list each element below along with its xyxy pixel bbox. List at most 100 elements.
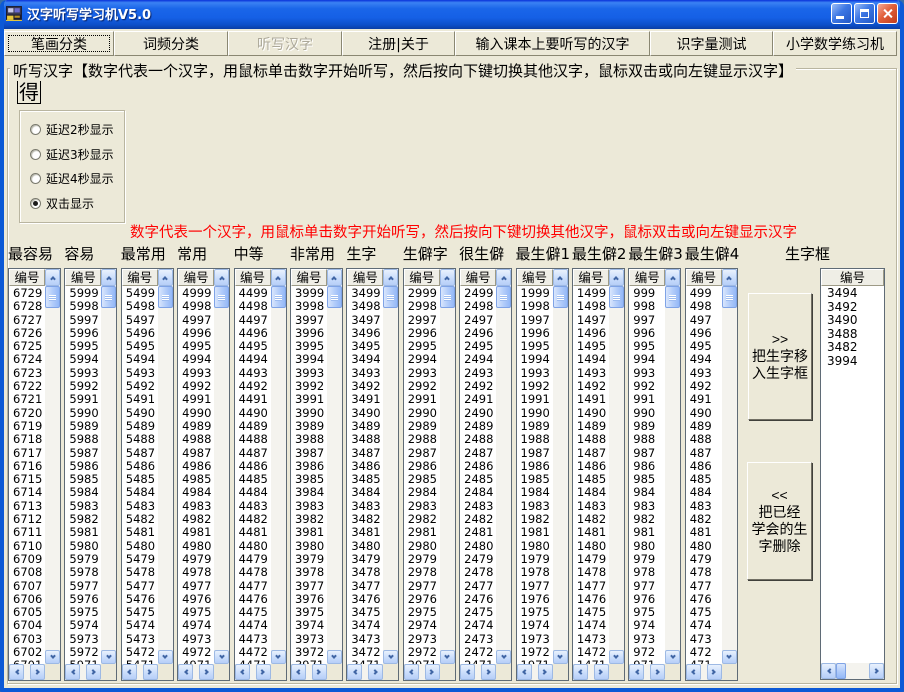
scroll-right-button[interactable] (425, 664, 440, 680)
list-item[interactable]: 5976 (65, 593, 101, 606)
list-item[interactable]: 3991 (291, 393, 327, 406)
list-item[interactable]: 4988 (178, 433, 214, 446)
list-item[interactable]: 3496 (347, 327, 383, 340)
radio-circle-icon[interactable] (30, 173, 41, 184)
vertical-scrollbar[interactable] (609, 286, 624, 664)
list-item[interactable]: 2475 (460, 606, 496, 619)
list-item[interactable]: 2978 (404, 566, 440, 579)
horizontal-scrollbar[interactable] (65, 664, 116, 680)
list-item[interactable]: 3477 (347, 580, 383, 593)
list-item[interactable]: 1483 (573, 500, 609, 513)
scroll-left-button[interactable] (517, 664, 532, 680)
list-item[interactable]: 4489 (235, 420, 271, 433)
list-item[interactable]: 6729 (9, 287, 45, 300)
list-item[interactable]: 3981 (291, 526, 327, 539)
list-item[interactable]: 1495 (573, 340, 609, 353)
scrollbar-thumb[interactable] (609, 286, 624, 308)
tab-5[interactable]: 输入课本上要听写的汉字 (455, 31, 650, 56)
scroll-left-button[interactable] (235, 664, 250, 680)
list-item[interactable]: 4472 (235, 646, 271, 659)
column-header[interactable]: 编号 (9, 269, 45, 286)
list-item[interactable]: 3490 (823, 314, 884, 328)
list-item[interactable]: 4973 (178, 633, 214, 646)
list-item[interactable]: 988 (629, 433, 665, 446)
tab-1[interactable]: 笔画分类 (4, 31, 114, 56)
list-item[interactable]: 485 (686, 473, 722, 486)
maximize-button[interactable] (854, 3, 875, 24)
list-item[interactable]: 2991 (404, 393, 440, 406)
list-item[interactable]: 5476 (122, 593, 158, 606)
list-item[interactable]: 1973 (517, 633, 553, 646)
number-list[interactable]: 4994984974964954944934924914904894884874… (686, 286, 722, 664)
scroll-down-button[interactable] (214, 650, 229, 664)
column-header[interactable]: 编号 (517, 269, 553, 286)
list-item[interactable]: 2491 (460, 393, 496, 406)
list-item[interactable]: 996 (629, 327, 665, 340)
list-item[interactable]: 5499 (122, 287, 158, 300)
list-item[interactable]: 974 (629, 619, 665, 632)
list-item[interactable]: 473 (686, 633, 722, 646)
list-item[interactable]: 5990 (65, 407, 101, 420)
number-list[interactable]: 3999399839973996399539943993399239913990… (291, 286, 327, 664)
title-bar[interactable]: 汉字听写学习机V5.0 (0, 0, 904, 29)
list-item[interactable]: 5995 (65, 340, 101, 353)
scrollbar-thumb[interactable] (836, 663, 846, 679)
list-item[interactable]: 4477 (235, 580, 271, 593)
list-item[interactable]: 6713 (9, 500, 45, 513)
list-item[interactable]: 5986 (65, 460, 101, 473)
list-item[interactable]: 4493 (235, 367, 271, 380)
list-item[interactable]: 4994 (178, 353, 214, 366)
list-item[interactable]: 480 (686, 540, 722, 553)
list-item[interactable]: 1983 (517, 500, 553, 513)
vertical-scrollbar[interactable] (158, 286, 173, 664)
list-item[interactable]: 5972 (65, 646, 101, 659)
horizontal-scrollbar[interactable] (629, 664, 680, 680)
list-item[interactable]: 1481 (573, 526, 609, 539)
column-header[interactable]: 编号 (629, 269, 665, 286)
list-item[interactable]: 5482 (122, 513, 158, 526)
list-item[interactable]: 488 (686, 433, 722, 446)
list-item[interactable]: 4980 (178, 540, 214, 553)
list-item[interactable]: 6712 (9, 513, 45, 526)
horizontal-scrollbar[interactable] (517, 664, 568, 680)
column-header[interactable]: 编号 (404, 269, 440, 286)
list-item[interactable]: 5478 (122, 566, 158, 579)
list-item[interactable]: 5489 (122, 420, 158, 433)
scroll-up-button[interactable] (609, 269, 624, 286)
list-item[interactable]: 991 (629, 393, 665, 406)
radio-option-1[interactable]: 延迟2秒显示 (30, 121, 124, 138)
list-item[interactable]: 495 (686, 340, 722, 353)
list-item[interactable]: 1994 (517, 353, 553, 366)
list-item[interactable]: 3475 (347, 606, 383, 619)
list-item[interactable]: 4497 (235, 314, 271, 327)
list-item[interactable]: 2499 (460, 287, 496, 300)
list-item[interactable]: 995 (629, 340, 665, 353)
vertical-scrollbar[interactable] (722, 286, 737, 664)
list-item[interactable]: 1477 (573, 580, 609, 593)
list-item[interactable]: 5488 (122, 433, 158, 446)
list-item[interactable]: 3974 (291, 619, 327, 632)
list-item[interactable]: 1987 (517, 447, 553, 460)
list-item[interactable]: 6720 (9, 407, 45, 420)
list-item[interactable]: 2976 (404, 593, 440, 606)
list-item[interactable]: 5473 (122, 633, 158, 646)
list-item[interactable]: 1488 (573, 433, 609, 446)
list-item[interactable]: 3996 (291, 327, 327, 340)
list-item[interactable]: 3989 (291, 420, 327, 433)
list-item[interactable]: 3490 (347, 407, 383, 420)
list-item[interactable]: 5987 (65, 447, 101, 460)
list-item[interactable]: 5479 (122, 553, 158, 566)
list-item[interactable]: 6711 (9, 526, 45, 539)
list-item[interactable]: 2998 (404, 300, 440, 313)
scrollbar-track[interactable] (327, 308, 342, 650)
list-item[interactable]: 1989 (517, 420, 553, 433)
list-item[interactable]: 2980 (404, 540, 440, 553)
list-item[interactable]: 3979 (291, 553, 327, 566)
scrollbar-thumb[interactable] (553, 286, 568, 308)
list-item[interactable]: 3497 (347, 314, 383, 327)
list-item[interactable]: 4992 (178, 380, 214, 393)
list-item[interactable]: 499 (686, 287, 722, 300)
scroll-right-button[interactable] (368, 664, 383, 680)
list-item[interactable]: 1479 (573, 553, 609, 566)
list-item[interactable]: 1993 (517, 367, 553, 380)
